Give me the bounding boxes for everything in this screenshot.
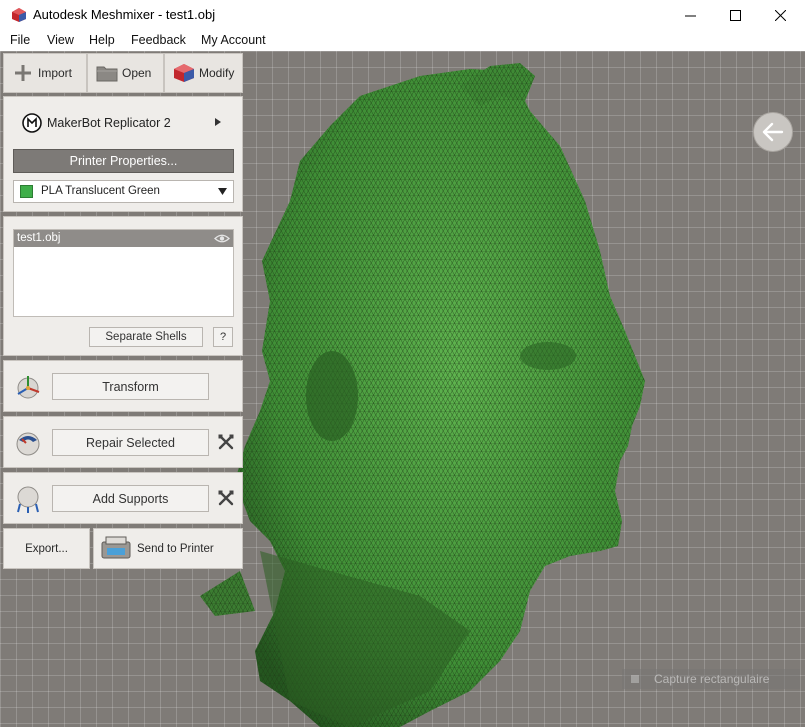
back-button[interactable] [753,112,793,152]
import-label: Import [38,66,73,80]
minimize-icon [684,15,696,17]
export-button[interactable]: Export... [3,528,90,569]
printer-icon [101,536,131,559]
help-label: ? [219,331,227,343]
wrench-icon[interactable] [218,490,234,506]
menu-view[interactable]: View [47,33,74,47]
folder-icon [96,62,118,84]
transform-panel: Transform [3,360,243,412]
repair-ball-icon [16,432,40,456]
objects-panel: test1.obj Separate Shells ? [3,216,243,356]
capture-icon [631,675,639,683]
repair-selected-button[interactable]: Repair Selected [52,429,209,456]
window-title: Autodesk Meshmixer - test1.obj [33,7,216,22]
list-item[interactable]: test1.obj [14,230,233,247]
separate-shells-label: Separate Shells [105,331,187,343]
help-button[interactable]: ? [213,327,233,347]
maximize-button[interactable] [712,0,758,31]
minimize-button[interactable] [667,0,713,31]
material-select[interactable]: PLA Translucent Green [13,180,234,203]
transform-label: Transform [102,379,159,394]
title-bar: Autodesk Meshmixer - test1.obj [0,0,805,31]
printer-properties-label: Printer Properties... [69,154,178,168]
open-button[interactable]: Open [87,53,164,93]
modify-cube-icon [173,62,195,84]
printer-name[interactable]: MakerBot Replicator 2 [47,116,171,130]
modify-label: Modify [199,66,235,80]
eye-icon[interactable] [214,233,230,244]
arrow-left-icon [762,122,784,142]
export-label: Export... [25,542,68,555]
transform-button[interactable]: Transform [52,373,209,400]
repair-panel: Repair Selected [3,416,243,468]
printer-properties-button[interactable]: Printer Properties... [13,149,234,173]
close-button[interactable] [757,0,803,31]
menu-feedback[interactable]: Feedback [131,33,186,47]
capture-label: Capture rectangulaire [654,672,770,686]
menu-help[interactable]: Help [89,33,115,47]
object-list[interactable]: test1.obj [13,229,234,317]
object-name: test1.obj [17,232,61,244]
wrench-icon[interactable] [218,434,234,450]
transform-gizmo-icon [17,376,40,399]
send-to-printer-label: Send to Printer [137,543,214,555]
material-swatch [20,185,33,198]
material-name: PLA Translucent Green [41,185,160,197]
menu-file[interactable]: File [10,33,30,47]
open-label: Open [122,66,152,80]
menu-bar: File View Help Feedback My Account [0,31,805,51]
add-supports-button[interactable]: Add Supports [52,485,209,512]
send-to-printer-button[interactable]: Send to Printer [93,528,243,569]
separate-shells-button[interactable]: Separate Shells [89,327,203,347]
chevron-right-icon[interactable] [214,118,222,126]
supports-ball-icon [17,486,39,513]
chevron-down-icon [218,188,227,195]
add-supports-label: Add Supports [92,491,169,506]
close-icon [774,10,786,21]
meshmixer-logo-icon [12,8,26,22]
makerbot-logo-icon [22,113,42,133]
repair-selected-label: Repair Selected [86,435,175,450]
import-button[interactable]: Import [3,53,87,93]
modify-button[interactable]: Modify [164,53,243,93]
printer-panel: MakerBot Replicator 2 Printer Properties… [3,96,243,212]
maximize-icon [729,10,741,21]
menu-my-account[interactable]: My Account [201,33,266,47]
supports-panel: Add Supports [3,472,243,524]
capture-overlay: Capture rectangulaire [622,669,800,689]
plus-icon [12,62,34,84]
